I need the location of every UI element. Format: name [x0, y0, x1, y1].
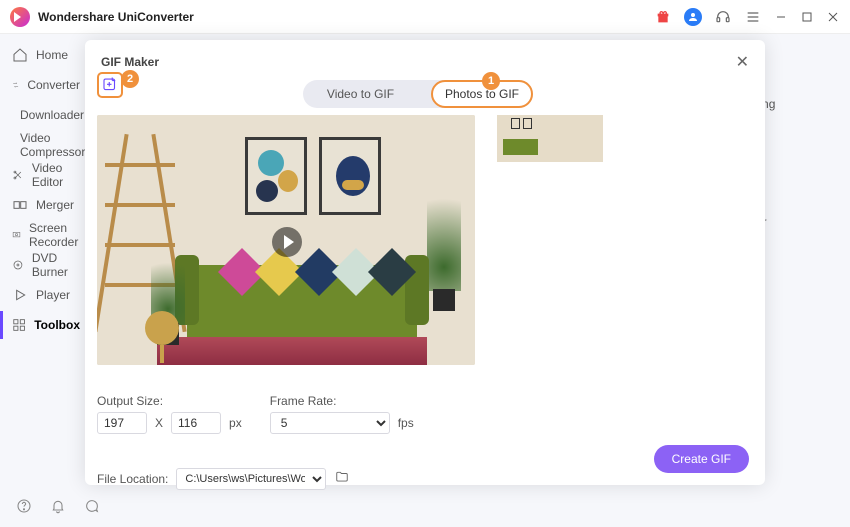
user-avatar-icon[interactable]: [684, 8, 702, 26]
output-width-input[interactable]: [97, 412, 147, 434]
size-x: X: [155, 416, 163, 430]
play-icon[interactable]: [272, 227, 302, 257]
chat-icon[interactable]: [84, 498, 100, 517]
gift-icon[interactable]: [654, 8, 672, 26]
preview-image: [97, 115, 475, 365]
sidebar-item-home[interactable]: Home: [0, 40, 92, 70]
sidebar-item-screen-recorder[interactable]: Screen Recorder: [0, 220, 92, 250]
sidebar-item-merger[interactable]: Merger: [0, 190, 92, 220]
create-gif-button[interactable]: Create GIF: [654, 445, 749, 473]
output-size-label: Output Size:: [97, 394, 163, 408]
titlebar: Wondershare UniConverter: [0, 0, 850, 34]
maximize-button[interactable]: [800, 10, 814, 24]
close-window-button[interactable]: [826, 10, 840, 24]
headset-icon[interactable]: [714, 8, 732, 26]
output-height-input[interactable]: [171, 412, 221, 434]
file-location-select[interactable]: C:\Users\ws\Pictures\Wondersh: [176, 468, 326, 490]
thumbnail-2[interactable]: [556, 115, 603, 162]
sidebar-item-video-editor[interactable]: Video Editor: [0, 160, 92, 190]
frame-rate-label: Frame Rate:: [270, 394, 337, 408]
tab-video-to-gif[interactable]: Video to GIF: [303, 80, 418, 108]
sidebar-item-player[interactable]: Player: [0, 280, 92, 310]
close-modal-button[interactable]: ✕: [736, 52, 749, 72]
sidebar-item-toolbox[interactable]: Toolbox: [0, 310, 92, 340]
sidebar-item-dvd-burner[interactable]: DVD Burner: [0, 250, 92, 280]
file-location-label: File Location:: [97, 472, 168, 486]
bell-icon[interactable]: [50, 498, 66, 517]
minimize-button[interactable]: [774, 10, 788, 24]
app-logo-icon: [10, 7, 30, 27]
open-folder-icon[interactable]: [334, 470, 352, 488]
hamburger-icon[interactable]: [744, 8, 762, 26]
footer-icons: [16, 498, 100, 517]
sidebar-item-video-compressor[interactable]: Video Compressor: [0, 130, 92, 160]
frame-rate-select[interactable]: 5: [270, 412, 390, 434]
sidebar-item-downloader[interactable]: Downloader: [0, 100, 92, 130]
help-icon[interactable]: [16, 498, 32, 517]
frame-rate-unit: fps: [398, 416, 414, 430]
add-media-button[interactable]: [97, 72, 123, 98]
size-unit: px: [229, 416, 242, 430]
gif-maker-modal: GIF Maker ✕ 2 Video to GIF Photos to GIF…: [85, 40, 765, 485]
modal-title: GIF Maker: [101, 55, 159, 69]
app-title: Wondershare UniConverter: [38, 10, 194, 24]
callout-badge-2: 2: [121, 70, 139, 88]
callout-badge-1: 1: [482, 72, 500, 90]
sidebar-item-converter[interactable]: Converter: [0, 70, 92, 100]
sidebar: Home Converter Downloader Video Compress…: [0, 34, 92, 527]
